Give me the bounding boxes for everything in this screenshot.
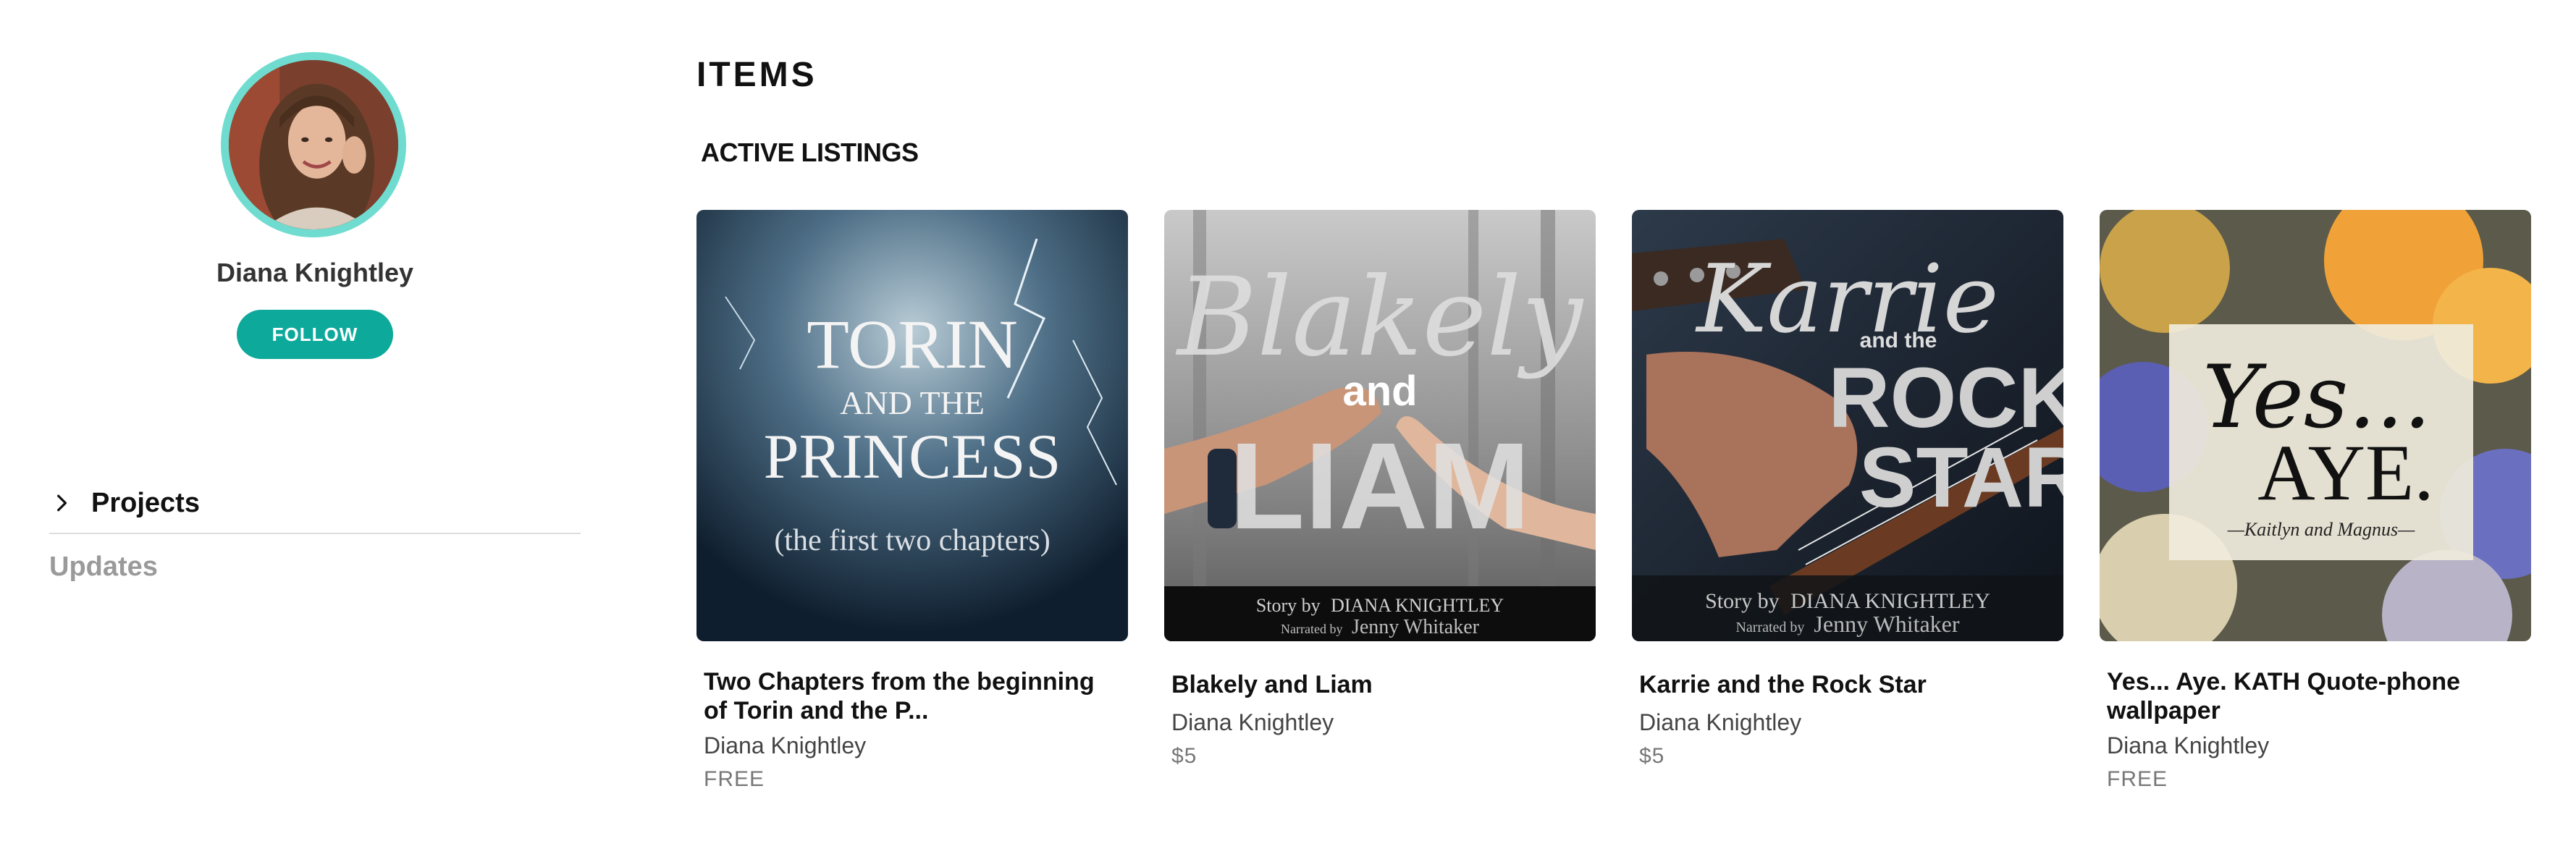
listing-price: FREE [704,767,765,791]
cover-text: Story by [1705,589,1780,613]
items-section: ITEMS ACTIVE LISTINGS TORIN AND THE PRIN [696,0,2572,841]
cover-text: Narrated by [1735,620,1804,635]
cover-text: DIANA KNIGHTLEY [1331,595,1504,616]
listing-cover-image[interactable]: Karrie and the ROCK STAR Story by DIANA … [1632,210,2063,641]
cover-text: STAR [1859,430,2063,525]
cover-text: PRINCESS [764,422,1061,492]
listing-cover-image[interactable]: TORIN AND THE PRINCESS (the first two ch… [696,210,1128,641]
listing-price: FREE [2107,767,2168,791]
cover-text: and the [1860,329,1937,352]
creator-name: Diana Knightley [216,258,414,287]
cover-text: DIANA KNIGHTLEY [1790,589,1990,613]
cover-text: Story by [1256,595,1321,616]
creator-avatar[interactable] [221,52,406,237]
listing-title[interactable]: Two Chapters from the beginning of Torin… [704,667,1124,725]
svg-text:Story by DIANA KNIGH: Story by DIANA KNIGHTLEY [1256,595,1504,616]
chevron-right-icon [57,494,67,512]
cover-art: TORIN AND THE PRINCESS (the first two ch… [696,210,1128,641]
follow-button[interactable]: FOLLOW [237,310,393,359]
creator-avatar-image [229,60,398,229]
cover-text: —Kaitlyn and Magnus— [2227,519,2415,540]
cover-art: Yes... AYE. —Kaitlyn and Magnus— [2100,210,2531,641]
creator-sidebar: Diana Knightley FOLLOW Projects Updates [0,0,630,841]
listing-price: $5 [1171,744,1197,768]
cover-text: (the first two chapters) [774,524,1050,557]
listing-author[interactable]: Diana Knightley [1639,709,1801,736]
listing-card[interactable]: Blakely and LIAM Story by DIANA KNIGHTLE… [1164,210,1596,789]
cover-text: LIAM [1229,418,1530,555]
listing-title[interactable]: Blakely and Liam [1171,670,1591,699]
section-title: ACTIVE LISTINGS [701,138,919,167]
cover-text: Karrie [1695,244,1998,354]
cover-text: Narrated by [1281,622,1342,636]
listing-cover-image[interactable]: Blakely and LIAM Story by DIANA KNIGHTLE… [1164,210,1596,641]
cover-text: AND THE [840,384,985,421]
cover-art: Blakely and LIAM Story by DIANA KNIGHTLE… [1164,210,1596,641]
listing-price: $5 [1639,744,1665,768]
listing-author[interactable]: Diana Knightley [1171,709,1334,736]
cover-text: and [1342,368,1417,415]
listing-title[interactable]: Karrie and the Rock Star [1639,670,2059,699]
cover-text: Jenny Whitaker [1352,616,1480,638]
listing-card[interactable]: Yes... AYE. —Kaitlyn and Magnus— Yes... … [2100,210,2531,791]
cover-text: Jenny Whitaker [1814,611,1959,637]
sidebar-item-updates[interactable]: Updates [49,551,158,583]
listing-card[interactable]: Karrie and the ROCK STAR Story by DIANA … [1632,210,2063,789]
cover-text: AYE. [2257,428,2433,517]
cover-art: Karrie and the ROCK STAR Story by DIANA … [1632,210,2063,641]
cover-text: TORIN [807,305,1018,383]
listing-author[interactable]: Diana Knightley [2107,732,2269,759]
page-title: ITEMS [696,56,817,94]
listing-cover-image[interactable]: Yes... AYE. —Kaitlyn and Magnus— [2100,210,2531,641]
listing-title[interactable]: Yes... Aye. KATH Quote-phone wallpaper [2107,667,2527,725]
sidebar-item-projects[interactable]: Projects [49,473,581,534]
listing-card[interactable]: TORIN AND THE PRINCESS (the first two ch… [696,210,1128,791]
sidebar-item-label: Projects [91,487,200,518]
cover-text: Blakely [1175,255,1584,381]
svg-text:Story by DIANA KNIGH: Story by DIANA KNIGHTLEY [1705,589,1990,613]
listing-author[interactable]: Diana Knightley [704,732,866,759]
